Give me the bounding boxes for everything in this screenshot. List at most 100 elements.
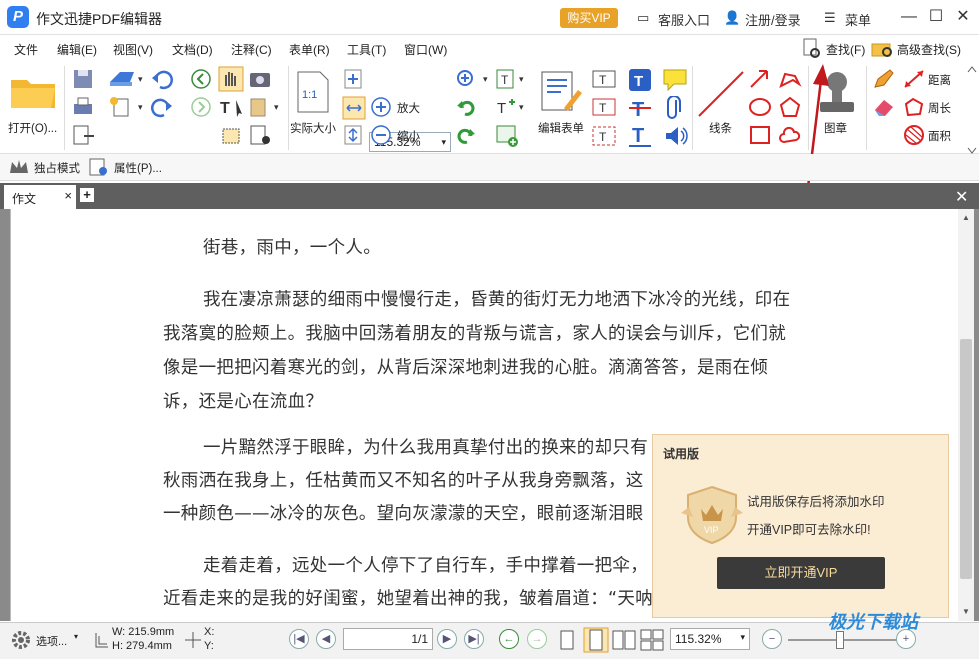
actual-size-label[interactable]: 实际大小 — [290, 120, 336, 136]
close-all-icon[interactable]: ✕ — [955, 187, 968, 207]
fit-page-icon[interactable] — [342, 68, 364, 90]
fit-width-icon[interactable] — [342, 96, 366, 120]
perimeter-icon[interactable] — [902, 96, 926, 118]
close-icon[interactable]: × — [64, 188, 72, 203]
continuous-facing-icon[interactable] — [640, 629, 664, 651]
perimeter-label[interactable]: 周长 — [928, 100, 951, 116]
login-link[interactable]: 注册/登录 — [745, 10, 801, 29]
area-label[interactable]: 面积 — [928, 128, 951, 144]
menu-document[interactable]: 文档(D) — [172, 41, 213, 58]
add-text-icon[interactable]: T ▾ — [495, 96, 527, 118]
rotate-ccw-icon[interactable] — [455, 96, 477, 118]
fit-visible-icon[interactable] — [342, 124, 364, 146]
add-image-icon[interactable] — [495, 124, 521, 148]
exclusive-mode-button[interactable]: 独占模式 — [34, 160, 80, 176]
redo-icon[interactable] — [150, 96, 184, 118]
vertical-scrollbar[interactable]: ▲ ▼ — [958, 209, 974, 621]
open-folder-icon[interactable] — [9, 72, 57, 112]
scroll-up-icon[interactable]: ▲ — [962, 213, 970, 222]
arrow-tool-icon[interactable] — [748, 68, 772, 90]
new-doc-icon[interactable]: ▾ — [108, 96, 148, 118]
first-page-button[interactable]: |◀ — [289, 629, 309, 649]
edit-form-icon[interactable] — [538, 70, 584, 116]
last-page-button[interactable]: ▶| — [464, 629, 484, 649]
doc-binoculars-icon[interactable] — [248, 124, 278, 148]
export-icon[interactable] — [72, 124, 102, 146]
actual-size-icon[interactable]: 1:1 — [296, 70, 330, 114]
crop-icon[interactable] — [218, 124, 244, 148]
attachment-icon[interactable] — [666, 96, 686, 120]
print-icon[interactable] — [72, 96, 94, 118]
status-zoom-combo[interactable]: 115.32% ▾ — [670, 628, 750, 650]
typewriter-icon[interactable]: T — [628, 68, 652, 92]
underline-icon[interactable]: T — [628, 124, 652, 148]
zoom-in-icon[interactable] — [370, 96, 392, 118]
buy-vip-button[interactable]: 购买VIP — [560, 8, 618, 28]
textbox-icon[interactable]: T — [592, 96, 616, 118]
ellipse-tool-icon[interactable] — [748, 96, 772, 118]
strikeout-icon[interactable]: T — [628, 96, 652, 120]
facing-page-icon[interactable] — [612, 629, 636, 651]
note-icon[interactable] — [662, 68, 688, 92]
add-tab-button[interactable]: + — [80, 188, 94, 202]
area-icon[interactable] — [902, 124, 926, 146]
zoom-out-button[interactable]: − — [762, 629, 782, 649]
properties-button[interactable]: 属性(P)... — [114, 160, 162, 176]
zoom-in-tool-icon[interactable]: ▾ — [455, 68, 491, 90]
next-page-button[interactable]: ▶ — [437, 629, 457, 649]
distance-icon[interactable] — [902, 68, 926, 90]
minimize-button[interactable]: — — [900, 8, 918, 26]
rotate-cw-icon[interactable] — [455, 124, 477, 146]
select-text-icon[interactable]: T — [218, 96, 246, 118]
line-tool-label[interactable]: 线条 — [709, 120, 732, 136]
snapshot-icon[interactable] — [248, 68, 272, 90]
maximize-button[interactable]: ☐ — [927, 8, 945, 26]
menu-form[interactable]: 表单(R) — [289, 41, 330, 58]
eraser-icon[interactable] — [872, 96, 896, 118]
activate-vip-button[interactable]: 立即开通VIP — [717, 557, 885, 589]
sound-icon[interactable] — [664, 124, 688, 148]
zoom-in-label[interactable]: 放大 — [397, 100, 420, 116]
page-number-input[interactable]: 1/1 — [343, 628, 433, 650]
find-button[interactable]: 查找(F) — [826, 41, 865, 58]
scroll-down-icon[interactable]: ▼ — [962, 607, 970, 616]
menu-edit[interactable]: 编辑(E) — [57, 41, 97, 58]
history-forward-button[interactable]: → — [527, 629, 547, 649]
hand-tool-icon[interactable] — [218, 66, 244, 92]
pencil-icon[interactable] — [872, 68, 896, 90]
continuous-page-icon[interactable] — [583, 627, 609, 653]
forward-icon[interactable] — [190, 96, 212, 118]
menu-tools[interactable]: 工具(T) — [347, 41, 386, 58]
menu-file[interactable]: 文件 — [14, 41, 38, 58]
zoom-out-icon[interactable] — [370, 124, 392, 146]
ribbon-scroll-icon[interactable] — [966, 64, 978, 154]
callout-icon[interactable]: T — [592, 124, 616, 148]
edit-form-label[interactable]: 编辑表单 — [538, 120, 584, 136]
advanced-find-button[interactable]: 高级查找(S) — [897, 41, 961, 58]
text-field-icon[interactable]: T — [592, 68, 616, 90]
single-page-icon[interactable] — [558, 629, 576, 651]
history-back-button[interactable]: ← — [499, 629, 519, 649]
scrollbar-thumb[interactable] — [960, 339, 972, 579]
scan-icon[interactable]: ▾ — [108, 68, 148, 90]
line-tool-icon[interactable] — [697, 70, 747, 118]
service-link[interactable]: 客服入口 — [658, 10, 710, 29]
back-icon[interactable] — [190, 68, 212, 90]
save-icon[interactable] — [72, 68, 94, 90]
close-button[interactable]: ✕ — [954, 8, 972, 26]
menu-annotate[interactable]: 注释(C) — [231, 41, 272, 58]
tab-document[interactable]: 作文 × — [4, 185, 76, 209]
menu-button[interactable]: 菜单 — [845, 10, 871, 29]
open-button-label[interactable]: 打开(O)... — [8, 120, 57, 136]
edit-text-icon[interactable]: T ▾ — [495, 68, 527, 90]
distance-label[interactable]: 距离 — [928, 72, 951, 88]
undo-icon[interactable] — [150, 68, 184, 90]
rectangle-tool-icon[interactable] — [748, 124, 772, 146]
menu-window[interactable]: 窗口(W) — [404, 41, 447, 58]
paste-icon[interactable]: ▾ — [248, 96, 284, 118]
svg-text:T: T — [501, 73, 509, 87]
prev-page-button[interactable]: ◀ — [316, 629, 336, 649]
options-button[interactable]: 选项... — [36, 633, 67, 649]
menu-view[interactable]: 视图(V) — [113, 41, 153, 58]
zoom-out-label[interactable]: 缩小 — [397, 128, 420, 144]
